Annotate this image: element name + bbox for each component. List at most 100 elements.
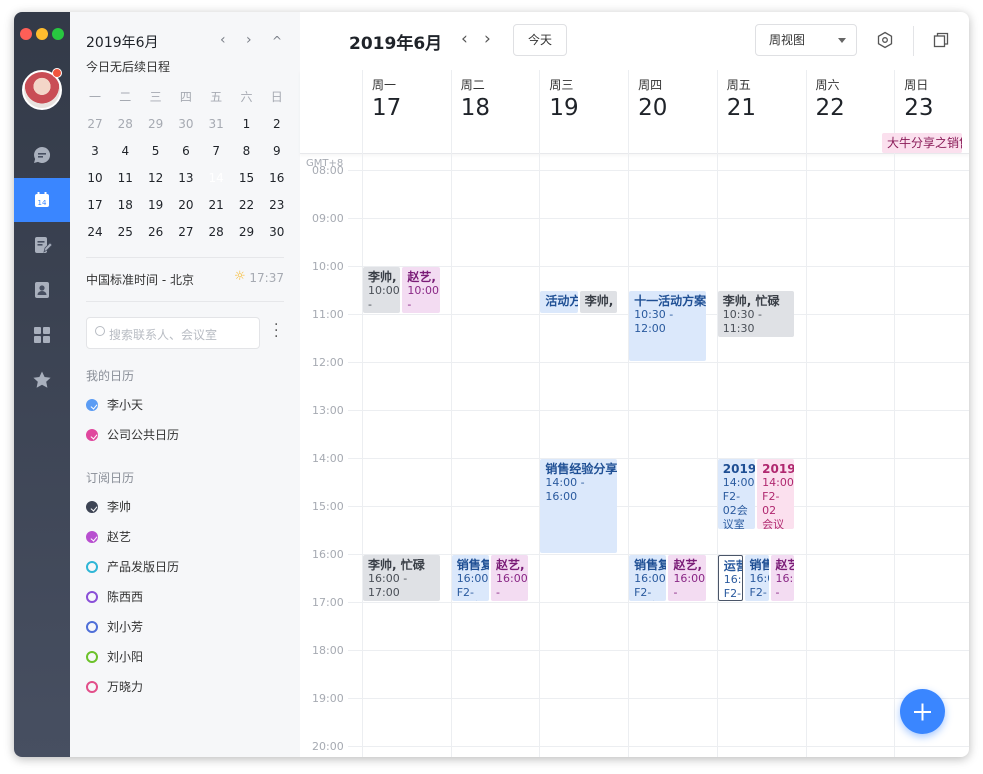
apps-grid-icon[interactable] [14,313,70,357]
calendar-event[interactable]: 销售复盘16:00, F2-01会议 [451,555,490,601]
day-column-header[interactable]: 周三 19 [539,70,628,154]
day-column-header[interactable]: 周一 17 [362,70,451,154]
calendar-event[interactable]: 赵艺, 忙碌16:00 - [491,555,529,601]
calendar-event[interactable]: 运营16:00 F2-0 [717,555,743,601]
maximize-window-icon[interactable] [52,28,64,40]
calendar-checkbox[interactable] [86,680,98,693]
mini-calendar-day[interactable]: 28 [201,219,231,245]
chat-icon[interactable] [14,133,70,177]
settings-icon[interactable] [876,31,894,49]
mini-calendar-day[interactable]: 21 [201,192,231,218]
calendar-icon[interactable]: 14 [14,178,70,222]
calendar-checkbox[interactable] [86,500,98,513]
mini-calendar-day[interactable]: 29 [141,111,171,137]
calendar-list-item[interactable]: 万晓力 [86,678,143,695]
calendar-event[interactable]: 销售复盘16:00, F2-01会议 [629,555,667,601]
mini-calendar-day[interactable]: 24 [80,219,110,245]
mini-calendar-day[interactable]: 20 [171,192,201,218]
mini-calendar-day[interactable]: 18 [110,192,140,218]
calendar-event[interactable]: 销售16:00 F2-0 [744,555,769,601]
calendar-event[interactable]: 李帅, 忙碌10:00 - 11:00 [363,267,401,313]
mini-calendar-day[interactable]: 8 [232,138,262,164]
mini-prev-month-button[interactable]: ‹ [220,32,226,48]
mini-calendar-day[interactable]: 6 [171,138,201,164]
mini-calendar-day[interactable]: 27 [80,111,110,137]
contact-search-input[interactable]: 搜索联系人、会议室 [86,317,260,349]
calendar-event[interactable]: 销售经验分享 14:00 - 16:00 [540,459,618,553]
mini-calendar-day[interactable]: 17 [80,192,110,218]
mini-calendar-day[interactable]: 4 [110,138,140,164]
calendar-list-item[interactable]: 李帅 [86,498,131,515]
divider [86,301,284,302]
mini-calendar-day[interactable]: 13 [171,165,201,191]
contacts-icon[interactable] [14,268,70,312]
calendar-list-item[interactable]: 公司公共日历 [86,426,179,443]
calendar-list-item[interactable]: 产品发版日历 [86,558,179,575]
mini-calendar-day[interactable]: 26 [141,219,171,245]
mini-calendar-day[interactable]: 10 [80,165,110,191]
calendar-event[interactable]: 赵艺, 忙碌16:00 - [668,555,706,601]
mini-calendar-day[interactable]: 11 [110,165,140,191]
mini-calendar-day[interactable]: 12 [141,165,171,191]
calendar-checkbox[interactable] [86,590,98,603]
week-time-grid[interactable]: 08:00 09:00 10:00 11:00 12:00 13:00 14:00 15:00… [300,154,969,757]
mini-calendar-day[interactable]: 23 [262,192,292,218]
calendar-event[interactable]: 李帅, 忙碌 16:00 - 17:00 [363,555,440,601]
today-button[interactable]: 今天 [513,24,567,56]
mini-calendar-day[interactable]: 30 [262,219,292,245]
calendar-checkbox[interactable] [86,620,98,633]
calendar-checkbox[interactable] [86,530,98,543]
mini-calendar-day[interactable]: 1 [232,111,262,137]
mini-calendar-day[interactable]: 22 [232,192,262,218]
mini-calendar-day[interactable]: 15 [232,165,262,191]
calendar-list-item[interactable]: 赵艺 [86,528,131,545]
calendar-checkbox[interactable] [86,398,98,411]
day-column-header[interactable]: 周四 20 [628,70,717,154]
calendar-checkbox[interactable] [86,650,98,663]
next-week-button[interactable]: › [484,29,491,49]
calendar-event[interactable]: 赵艺16:00 - [770,555,795,601]
mini-calendar-day[interactable]: 25 [110,219,140,245]
minimize-window-icon[interactable] [36,28,48,40]
calendar-event[interactable]: 十一活动方案讨论10:30 - 12:00 [629,291,706,361]
mini-calendar-day[interactable]: 5 [141,138,171,164]
mini-calendar-day[interactable]: 31 [201,111,231,137]
mini-calendar-day[interactable]: 14 [201,165,231,191]
day-column-header[interactable]: 周二 18 [451,70,540,154]
event-title: 2019年 [762,462,795,476]
calendar-checkbox[interactable] [86,428,98,441]
calendar-event[interactable]: 李帅, 忙碌 10:30 - 11:30 [717,291,795,337]
calendar-event[interactable]: 2019年14:00, F2-02会议室 上海小鹏分部 [717,459,756,529]
mini-calendar-day[interactable]: 19 [141,192,171,218]
calendar-list-item[interactable]: 刘小阳 [86,648,143,665]
view-mode-select[interactable]: 周视图 [755,24,857,56]
close-window-icon[interactable] [20,28,32,40]
day-column-header[interactable]: 周五 21 [717,70,806,154]
more-options-icon[interactable]: · · · [274,318,280,344]
calendar-event[interactable]: 李帅, 忙碌 [579,291,618,313]
document-edit-icon[interactable] [14,223,70,267]
mini-calendar-day[interactable]: 28 [110,111,140,137]
calendar-list-item[interactable]: 刘小芳 [86,618,143,635]
add-event-button[interactable] [900,689,945,734]
calendar-list-item[interactable]: 李小天 [86,396,143,413]
calendar-checkbox[interactable] [86,560,98,573]
mini-calendar-day[interactable]: 29 [232,219,262,245]
prev-week-button[interactable]: ‹ [461,29,468,49]
allday-event[interactable]: 大牛分享之销售 [882,133,962,153]
collapse-mini-calendar-button[interactable]: ^ [272,34,282,48]
star-icon[interactable] [14,358,70,402]
mini-calendar-day[interactable]: 7 [201,138,231,164]
mini-calendar-day[interactable]: 16 [262,165,292,191]
mini-calendar-day[interactable]: 2 [262,111,292,137]
mini-next-month-button[interactable]: › [246,32,252,48]
mini-calendar-day[interactable]: 30 [171,111,201,137]
mini-calendar-day[interactable]: 27 [171,219,201,245]
calendar-event[interactable]: 活动方案 [540,291,578,313]
calendar-event[interactable]: 赵艺, 忙碌10:00 - [402,267,440,313]
calendar-event[interactable]: 2019年14:00, F2-02 会议室 [757,459,795,529]
mini-calendar-day[interactable]: 9 [262,138,292,164]
calendar-list-item[interactable]: 陈西西 [86,588,143,605]
mini-calendar-day[interactable]: 3 [80,138,110,164]
window-mode-icon[interactable] [932,31,950,49]
